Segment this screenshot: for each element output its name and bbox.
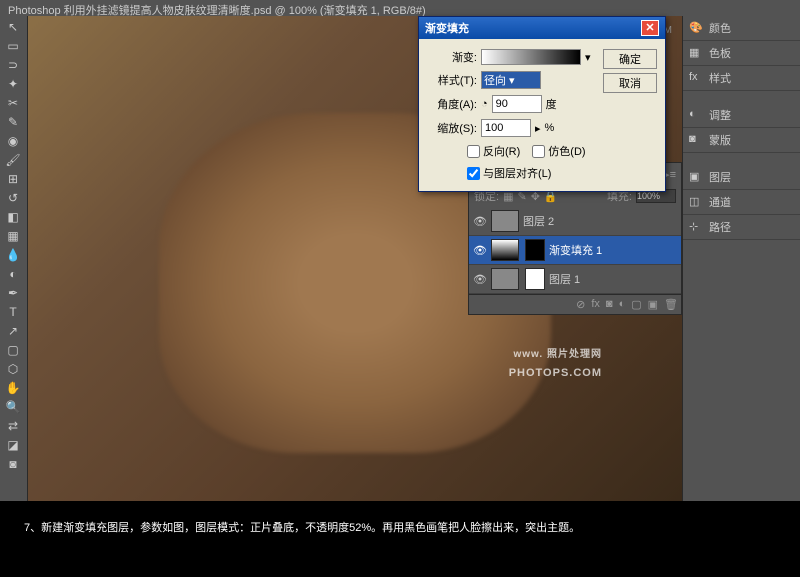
pen-tool[interactable]: ✒ — [2, 284, 24, 302]
quickmask-tool[interactable]: ◙ — [2, 455, 24, 473]
watermark-small: www. 照片处理网 — [509, 345, 602, 360]
eyedropper-tool[interactable]: ✎ — [2, 113, 24, 131]
adjust-icon[interactable]: ◐ — [619, 298, 626, 311]
layer-item[interactable]: 👁 渐变填充 1 — [469, 236, 681, 265]
folder-icon[interactable]: ▢ — [631, 298, 641, 311]
scale-input[interactable] — [481, 119, 531, 137]
fx-icon[interactable]: fx — [591, 298, 600, 311]
stamp-tool[interactable]: ⊞ — [2, 170, 24, 188]
layers-footer: ⊘ fx ◙ ◐ ▢ ▣ 🗑 — [469, 294, 681, 314]
path-tool[interactable]: ↗ — [2, 322, 24, 340]
channels-icon: ◫ — [689, 195, 703, 209]
3d-tool[interactable]: ⬡ — [2, 360, 24, 378]
scale-label: 缩放(S): — [427, 120, 477, 136]
gradient-label: 渐变: — [427, 49, 477, 65]
reverse-checkbox[interactable]: 反向(R) — [467, 143, 520, 159]
panel-adjust[interactable]: ◐调整 — [683, 103, 800, 128]
type-tool[interactable]: T — [2, 303, 24, 321]
adjust-icon: ◐ — [689, 108, 703, 122]
watermark-big: PHOTOPS.COM — [509, 367, 602, 379]
mask-thumb[interactable] — [525, 268, 545, 290]
paths-icon: ⊹ — [689, 220, 703, 234]
brush-tool[interactable]: 🖌 — [2, 151, 24, 169]
eraser-tool[interactable]: ◧ — [2, 208, 24, 226]
visibility-icon[interactable]: 👁 — [473, 244, 487, 257]
panel-layers[interactable]: ▣图层 — [683, 165, 800, 190]
wand-tool[interactable]: ✦ — [2, 75, 24, 93]
dither-checkbox[interactable]: 仿色(D) — [532, 143, 585, 159]
trash-icon[interactable]: 🗑 — [664, 298, 678, 311]
layer-thumb[interactable] — [491, 239, 519, 261]
visibility-icon[interactable]: 👁 — [473, 215, 487, 228]
mask-thumb[interactable] — [525, 239, 545, 261]
angle-unit: 度 — [546, 96, 557, 112]
title-bar: Photoshop 利用外挂滤镜提高人物皮肤纹理清晰度.psd @ 100% (… — [0, 0, 800, 16]
shape-tool[interactable]: ▢ — [2, 341, 24, 359]
link-icon[interactable]: ⊘ — [576, 298, 585, 311]
layers-list: 👁 图层 2 👁 渐变填充 1 👁 图层 1 — [469, 207, 681, 294]
scale-dropdown-icon[interactable]: ▸ — [535, 122, 541, 135]
layer-name: 图层 2 — [523, 213, 554, 229]
panel-color[interactable]: 🎨颜色 — [683, 16, 800, 41]
panel-channels[interactable]: ◫通道 — [683, 190, 800, 215]
layers-icon: ▣ — [689, 170, 703, 184]
color-icon: 🎨 — [689, 21, 703, 35]
gradient-dropdown-icon[interactable]: ▾ — [585, 51, 591, 64]
tutorial-caption: 7、新建渐变填充图层，参数如图，图层模式：正片叠底，不透明度52%。再用黑色画笔… — [0, 501, 800, 577]
marquee-tool[interactable]: ▭ — [2, 37, 24, 55]
heal-tool[interactable]: ◉ — [2, 132, 24, 150]
toolbox: ↖ ▭ ⊃ ✦ ✂ ✎ ◉ 🖌 ⊞ ↺ ◧ ▦ 💧 ◐ ✒ T ↗ ▢ ⬡ ✋ … — [0, 16, 28, 501]
layer-thumb[interactable] — [491, 210, 519, 232]
cancel-button[interactable]: 取消 — [603, 73, 657, 93]
gradient-tool[interactable]: ▦ — [2, 227, 24, 245]
panel-styles[interactable]: fx样式 — [683, 66, 800, 91]
layer-item[interactable]: 👁 图层 1 — [469, 265, 681, 294]
crop-tool[interactable]: ✂ — [2, 94, 24, 112]
history-brush-tool[interactable]: ↺ — [2, 189, 24, 207]
angle-dial-icon[interactable]: ◔ — [481, 98, 488, 110]
color-swap[interactable]: ⇄ — [2, 417, 24, 435]
move-tool[interactable]: ↖ — [2, 18, 24, 36]
gradient-fill-dialog: 渐变填充 ✕ 渐变: ▾ 样式(T): 径向 ▾ 角度(A): ◔ 度 缩放(S… — [418, 16, 666, 192]
scale-unit: % — [545, 122, 555, 134]
style-label: 样式(T): — [427, 72, 477, 88]
angle-input[interactable] — [492, 95, 542, 113]
blur-tool[interactable]: 💧 — [2, 246, 24, 264]
hand-tool[interactable]: ✋ — [2, 379, 24, 397]
mask-icon: ◙ — [689, 133, 703, 147]
zoom-tool[interactable]: 🔍 — [2, 398, 24, 416]
layer-thumb[interactable] — [491, 268, 519, 290]
style-select[interactable]: 径向 ▾ — [481, 71, 541, 89]
swatches-icon: ▦ — [689, 46, 703, 60]
lasso-tool[interactable]: ⊃ — [2, 56, 24, 74]
right-panels: 🎨颜色 ▦色板 fx样式 ◐调整 ◙蒙版 ▣图层 ◫通道 ⊹路径 — [682, 16, 800, 501]
angle-label: 角度(A): — [427, 96, 477, 112]
dialog-title: 渐变填充 — [425, 20, 469, 36]
ok-button[interactable]: 确定 — [603, 49, 657, 69]
panel-paths[interactable]: ⊹路径 — [683, 215, 800, 240]
panel-mask[interactable]: ◙蒙版 — [683, 128, 800, 153]
gradient-preview[interactable] — [481, 49, 581, 65]
fg-bg-colors[interactable]: ◪ — [2, 436, 24, 454]
layer-name: 图层 1 — [549, 271, 580, 287]
dialog-titlebar[interactable]: 渐变填充 ✕ — [419, 17, 665, 39]
dodge-tool[interactable]: ◐ — [2, 265, 24, 283]
watermark-center: www. 照片处理网 PHOTOPS.COM — [509, 345, 602, 381]
layer-item[interactable]: 👁 图层 2 — [469, 207, 681, 236]
layer-name: 渐变填充 1 — [549, 242, 602, 258]
close-icon[interactable]: ✕ — [641, 20, 659, 36]
panel-swatches[interactable]: ▦色板 — [683, 41, 800, 66]
align-checkbox[interactable]: 与图层对齐(L) — [467, 165, 595, 181]
styles-icon: fx — [689, 71, 703, 85]
new-layer-icon[interactable]: ▣ — [648, 298, 658, 311]
mask-icon[interactable]: ◙ — [606, 298, 613, 311]
visibility-icon[interactable]: 👁 — [473, 273, 487, 286]
